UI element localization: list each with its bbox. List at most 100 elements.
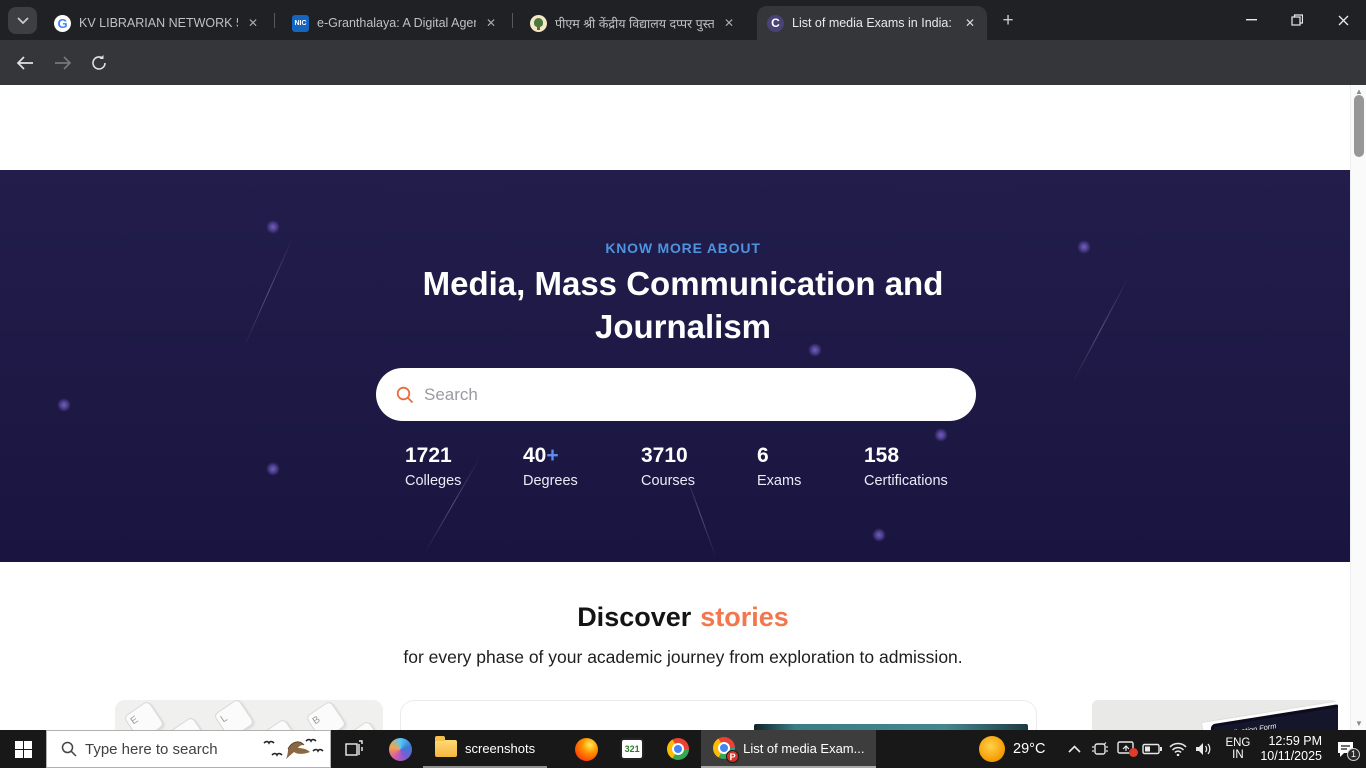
chevron-down-icon <box>17 17 29 25</box>
stat-colleges: 1721 Colleges <box>405 444 523 489</box>
language-code: ENG <box>1225 737 1250 750</box>
taskbar-search-input[interactable] <box>85 741 255 758</box>
recording-red-dot <box>1129 748 1138 757</box>
tab-media-exams-active[interactable]: C List of media Exams in India: Da ✕ <box>757 6 987 40</box>
taskbar-search-box[interactable] <box>46 730 331 768</box>
chrome-icon <box>667 738 689 760</box>
clock-date: 10/11/2025 <box>1260 749 1322 764</box>
close-icon <box>1338 15 1349 26</box>
google-favicon-icon: G <box>54 15 71 32</box>
windows-taskbar: screenshots 321 P List of media Exam... … <box>0 730 1366 768</box>
active-window-label: List of media Exam... <box>743 741 864 756</box>
stat-courses: 3710 Courses <box>641 444 757 489</box>
explorer-window-label: screenshots <box>465 741 535 756</box>
stat-value: 40 <box>523 444 546 467</box>
tab-separator <box>274 13 275 28</box>
reload-button[interactable] <box>84 48 114 78</box>
windows-logo-icon <box>15 741 32 758</box>
browser-tab-bar: G KV LIBRARIAN NETWORK 5 FOR ✕ NIC e-Gra… <box>0 0 1366 40</box>
stat-degrees: 40+ Degrees <box>523 444 641 489</box>
taskbar-item-media-player[interactable]: 321 <box>609 730 655 768</box>
hero-stats: 1721 Colleges 40+ Degrees 3710 Courses 6… <box>405 444 982 489</box>
language-indicator[interactable]: ENG IN <box>1225 737 1250 762</box>
tab-search-button[interactable] <box>8 7 37 34</box>
restore-icon <box>1291 14 1303 26</box>
hero-search <box>376 368 976 421</box>
tray-cast-device[interactable] <box>1087 741 1113 757</box>
tab-kvs-library[interactable]: पीएम श्री केंद्रीय विद्यालय दप्पर पुस्तक… <box>520 6 746 40</box>
hidden-icons-button[interactable] <box>1061 745 1087 753</box>
screen: G KV LIBRARIAN NETWORK 5 FOR ✕ NIC e-Gra… <box>0 0 1366 768</box>
page-scrollbar[interactable]: ▲ ▼ <box>1350 85 1366 730</box>
stat-exams: 6 Exams <box>757 444 864 489</box>
search-icon <box>396 386 414 404</box>
taskbar-item-firefox[interactable] <box>563 730 609 768</box>
tray-screen-share[interactable] <box>1113 741 1139 757</box>
stat-label: Courses <box>641 473 757 489</box>
tab-kv-librarian[interactable]: G KV LIBRARIAN NETWORK 5 FOR ✕ <box>44 6 270 40</box>
scroll-down-arrow[interactable]: ▼ <box>1351 719 1366 728</box>
hero-title: Media, Mass Communication and Journalism <box>0 262 1366 348</box>
stat-value: 6 <box>757 444 769 467</box>
folder-icon <box>435 740 457 757</box>
tab-close-icon[interactable]: ✕ <box>244 14 262 32</box>
tab-egranthalaya[interactable]: NIC e-Granthalaya: A Digital Agenda ✕ <box>282 6 508 40</box>
stories-heading: Discoverstories <box>0 602 1366 633</box>
tray-battery[interactable] <box>1139 743 1165 755</box>
particle-dot <box>872 528 886 542</box>
system-tray: 29°C ENG IN <box>973 730 1366 768</box>
weather-temperature[interactable]: 29°C <box>1013 741 1045 757</box>
restore-button[interactable] <box>1274 0 1320 40</box>
stat-label: Certifications <box>864 473 982 489</box>
stat-certifications: 158 Certifications <box>864 444 982 489</box>
stat-label: Degrees <box>523 473 641 489</box>
reload-icon <box>91 55 107 71</box>
taskbar-item-chrome-active-window[interactable]: P List of media Exam... <box>701 730 876 768</box>
task-view-button[interactable] <box>331 730 377 768</box>
forward-arrow-icon <box>54 56 72 70</box>
stories-heading-accent: stories <box>700 602 789 632</box>
start-button[interactable] <box>0 730 46 768</box>
stat-label: Colleges <box>405 473 523 489</box>
new-tab-button[interactable]: + <box>996 9 1020 33</box>
chevron-up-icon <box>1068 745 1081 753</box>
hero-search-input[interactable] <box>424 385 924 405</box>
careers360-favicon-icon: C <box>767 15 784 32</box>
kvs-favicon-icon <box>530 15 547 32</box>
tab-title: List of media Exams in India: Da <box>792 16 955 30</box>
close-window-button[interactable] <box>1320 0 1366 40</box>
tray-wifi[interactable] <box>1165 742 1191 756</box>
browser-toolbar: media.careers360.com Incognito <box>0 40 1366 85</box>
back-button[interactable] <box>10 48 40 78</box>
scrollbar-thumb[interactable] <box>1354 95 1364 157</box>
tab-close-icon[interactable]: ✕ <box>961 14 979 32</box>
particle-dot <box>266 462 280 476</box>
particle-dot <box>266 220 280 234</box>
tab-title: पीएम श्री केंद्रीय विद्यालय दप्पर पुस्तक <box>555 15 714 32</box>
language-region: IN <box>1225 749 1250 762</box>
taskbar-clock[interactable]: 12:59 PM 10/11/2025 <box>1260 734 1322 764</box>
tray-volume[interactable] <box>1191 742 1217 756</box>
search-icon <box>61 741 77 757</box>
forward-button[interactable] <box>48 48 78 78</box>
site-header: CAREERS360 Media, Mass C... ? Ask Share … <box>0 85 1366 170</box>
action-center-button[interactable]: 1 <box>1332 741 1358 758</box>
stat-suffix: + <box>546 444 558 467</box>
speaker-icon <box>1195 742 1213 756</box>
weather-sunny-icon[interactable] <box>979 736 1005 762</box>
tab-title: KV LIBRARIAN NETWORK 5 FOR <box>79 16 238 30</box>
minimize-button[interactable] <box>1228 0 1274 40</box>
taskbar-item-chrome[interactable] <box>655 730 701 768</box>
stat-value: 1721 <box>405 444 452 467</box>
particle-dot <box>57 398 71 412</box>
tab-close-icon[interactable]: ✕ <box>482 14 500 32</box>
firefox-icon <box>575 738 598 761</box>
media-player-321-icon: 321 <box>620 738 644 760</box>
search-highlight-birds-icon <box>258 735 324 765</box>
copilot-button[interactable] <box>377 730 423 768</box>
hero-eyebrow: KNOW MORE ABOUT <box>0 240 1366 256</box>
taskbar-item-explorer[interactable]: screenshots <box>423 730 547 768</box>
tab-close-icon[interactable]: ✕ <box>720 14 738 32</box>
back-arrow-icon <box>16 56 34 70</box>
chrome-icon: P <box>713 737 735 759</box>
